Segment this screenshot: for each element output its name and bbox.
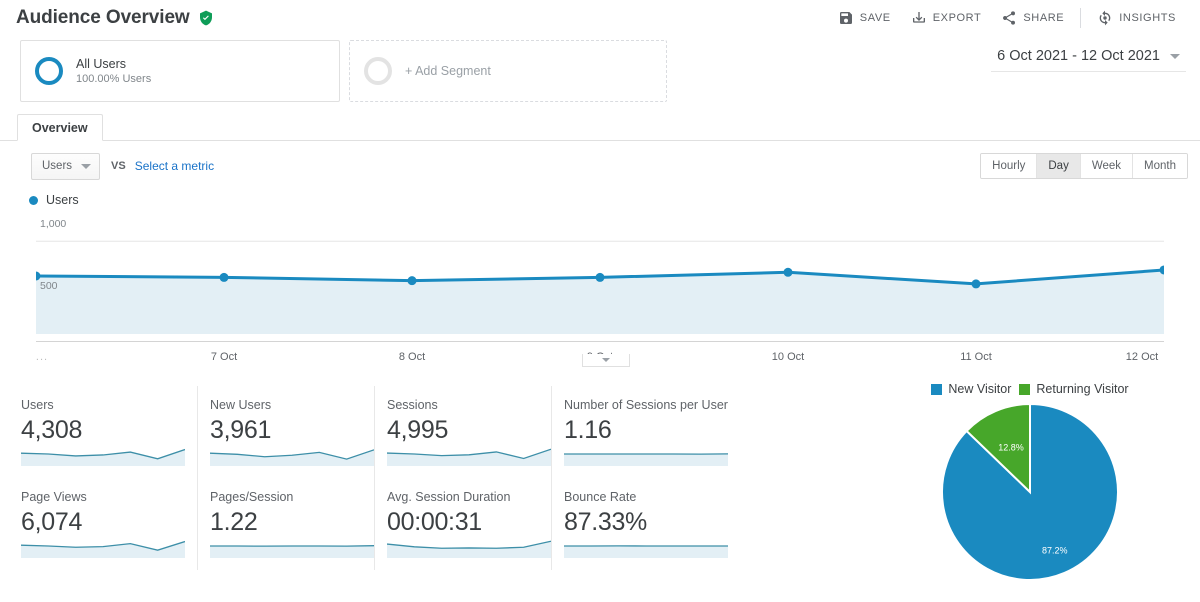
x-tick-4: 10 Oct	[771, 351, 805, 363]
legend-label-users: Users	[46, 193, 79, 207]
segment-text: All Users 100.00% Users	[76, 57, 151, 85]
add-segment-label: + Add Segment	[405, 64, 491, 78]
metric-card-label: Bounce Rate	[564, 490, 637, 504]
metric-card-new-users[interactable]: New Users 3,961	[198, 386, 375, 478]
metric-card-label: Page Views	[21, 490, 87, 504]
date-range-value: 6 Oct 2021 - 12 Oct 2021	[997, 48, 1160, 64]
metric-card-pages-session[interactable]: Pages/Session 1.22	[198, 478, 375, 570]
metric-selector-row: Users VS Select a metric Hourly Day Week…	[0, 150, 1200, 182]
legend-dot-users-icon	[29, 195, 38, 205]
analytics-audience-overview-page: Audience Overview SAVE EXPORT SHARE INSI…	[0, 0, 1200, 602]
metric-card-row: Page Views 6,074 Pages/Session 1.22 Avg. Ses…	[21, 478, 731, 570]
export-button[interactable]: EXPORT	[901, 6, 992, 30]
save-button[interactable]: SAVE	[828, 6, 901, 30]
metric-card-sparkline	[564, 545, 728, 558]
title-group: Audience Overview	[16, 7, 214, 29]
metric-card-sparkline	[210, 545, 374, 558]
metric-card-page-views[interactable]: Page Views 6,074	[21, 478, 198, 570]
header-toolbar: SAVE EXPORT SHARE INSIGHTS	[828, 6, 1186, 30]
metric-card-sessions[interactable]: Sessions 4,995	[375, 386, 552, 478]
insights-label: INSIGHTS	[1119, 12, 1176, 24]
metric-card-users[interactable]: Users 4,308	[21, 386, 198, 478]
metric-cards-grid: Users 4,308 New Users 3,961 Sessions 4,995 Num…	[21, 386, 731, 570]
toolbar-divider	[1080, 8, 1082, 28]
y-tick-1000: 1,000	[40, 218, 67, 230]
legend-swatch-blue-icon	[931, 383, 943, 395]
x-tick-0: ...	[35, 351, 49, 363]
pie-slice-label: 87.2%	[1042, 545, 1068, 555]
pie-legend: New Visitor Returning Visitor	[880, 382, 1180, 396]
insights-circle-icon	[1097, 10, 1113, 26]
share-label: SHARE	[1023, 12, 1065, 24]
add-segment-button[interactable]: + Add Segment	[349, 40, 667, 102]
verified-shield-icon	[198, 10, 214, 26]
select-a-metric-link[interactable]: Select a metric	[135, 159, 214, 173]
granularity-toggle-group: Hourly Day Week Month	[980, 153, 1188, 179]
insights-button[interactable]: INSIGHTS	[1087, 6, 1186, 30]
page-header: Audience Overview SAVE EXPORT SHARE INSI…	[0, 0, 1200, 36]
tab-overview[interactable]: Overview	[17, 114, 103, 141]
metric-card-label: Number of Sessions per User	[564, 398, 728, 412]
granularity-month[interactable]: Month	[1133, 154, 1187, 178]
pie-legend-returning-visitor[interactable]: Returning Visitor	[1019, 382, 1129, 396]
x-tick-6: 12 Oct	[1125, 351, 1159, 363]
segment-percent: 100.00% Users	[76, 73, 152, 85]
x-tick-1: 7 Oct	[210, 351, 238, 363]
y-tick-500: 500	[40, 280, 58, 292]
segment-name: All Users	[76, 57, 127, 71]
granularity-hourly[interactable]: Hourly	[981, 154, 1038, 178]
share-button[interactable]: SHARE	[991, 6, 1074, 30]
pie-legend-label-new: New Visitor	[948, 382, 1012, 396]
metric-card-label: New Users	[210, 398, 272, 412]
metric-card-sparkline	[21, 448, 185, 466]
save-floppy-icon	[838, 10, 854, 26]
metric-card-sparkline	[564, 453, 728, 466]
chart-plot-area[interactable]	[36, 218, 1164, 334]
primary-metric-value: Users	[42, 160, 73, 172]
save-label: SAVE	[859, 12, 891, 24]
legend-swatch-green-icon	[1019, 383, 1031, 395]
users-timeseries-chart: Users	[0, 190, 1200, 370]
export-download-icon	[911, 10, 927, 26]
primary-metric-dropdown[interactable]: Users	[31, 152, 101, 180]
metric-card-sparkline	[210, 449, 374, 466]
segment-ring-icon	[35, 57, 63, 85]
tab-strip: Overview	[0, 114, 1200, 141]
metric-card-number-of-sessions-per-user[interactable]: Number of Sessions per User 1.16	[552, 386, 729, 478]
share-nodes-icon	[1001, 10, 1017, 26]
metric-card-label: Users	[21, 398, 54, 412]
export-label: EXPORT	[932, 12, 982, 24]
segment-bar: All Users 100.00% Users + Add Segment 6 …	[0, 40, 1200, 112]
chevron-down-icon	[81, 163, 92, 169]
pie-legend-label-returning: Returning Visitor	[1036, 382, 1129, 396]
granularity-week[interactable]: Week	[1080, 154, 1134, 178]
add-segment-ring-icon	[364, 57, 392, 85]
pie-slice-label: 12.8%	[998, 442, 1024, 452]
new-vs-returning-pie: New Visitor Returning Visitor 87.2% 12.8%	[880, 382, 1180, 602]
x-tick-5: 11 Oct	[960, 351, 992, 363]
metric-card-row: Users 4,308 New Users 3,961 Sessions 4,995 Num…	[21, 386, 731, 478]
vs-label: VS	[111, 160, 126, 172]
pie-chart-svg[interactable]: 87.2% 12.8%	[940, 402, 1120, 582]
chart-expander-button[interactable]	[582, 354, 630, 367]
segment-all-users[interactable]: All Users 100.00% Users	[20, 40, 340, 102]
x-tick-2: 8 Oct	[398, 351, 426, 363]
metric-card-sparkline	[21, 540, 185, 558]
metric-card-label: Pages/Session	[210, 490, 294, 504]
pie-legend-new-visitor[interactable]: New Visitor	[931, 382, 1011, 396]
metric-card-sparkline	[387, 448, 551, 466]
date-range-picker[interactable]: 6 Oct 2021 - 12 Oct 2021	[991, 48, 1186, 72]
metric-card-sparkline	[387, 540, 551, 558]
tab-overview-label: Overview	[32, 120, 88, 135]
metric-card-label: Sessions	[387, 398, 438, 412]
chart-legend: Users	[29, 193, 79, 207]
chevron-down-icon	[1170, 53, 1180, 59]
page-title: Audience Overview	[16, 7, 190, 28]
metric-card-avg-session-duration[interactable]: Avg. Session Duration 00:00:31	[375, 478, 552, 570]
metric-card-bounce-rate[interactable]: Bounce Rate 87.33%	[552, 478, 729, 570]
chevron-down-icon	[602, 358, 610, 362]
x-axis-line	[36, 341, 1164, 342]
granularity-day[interactable]: Day	[1037, 154, 1081, 178]
metric-card-label: Avg. Session Duration	[387, 490, 511, 504]
